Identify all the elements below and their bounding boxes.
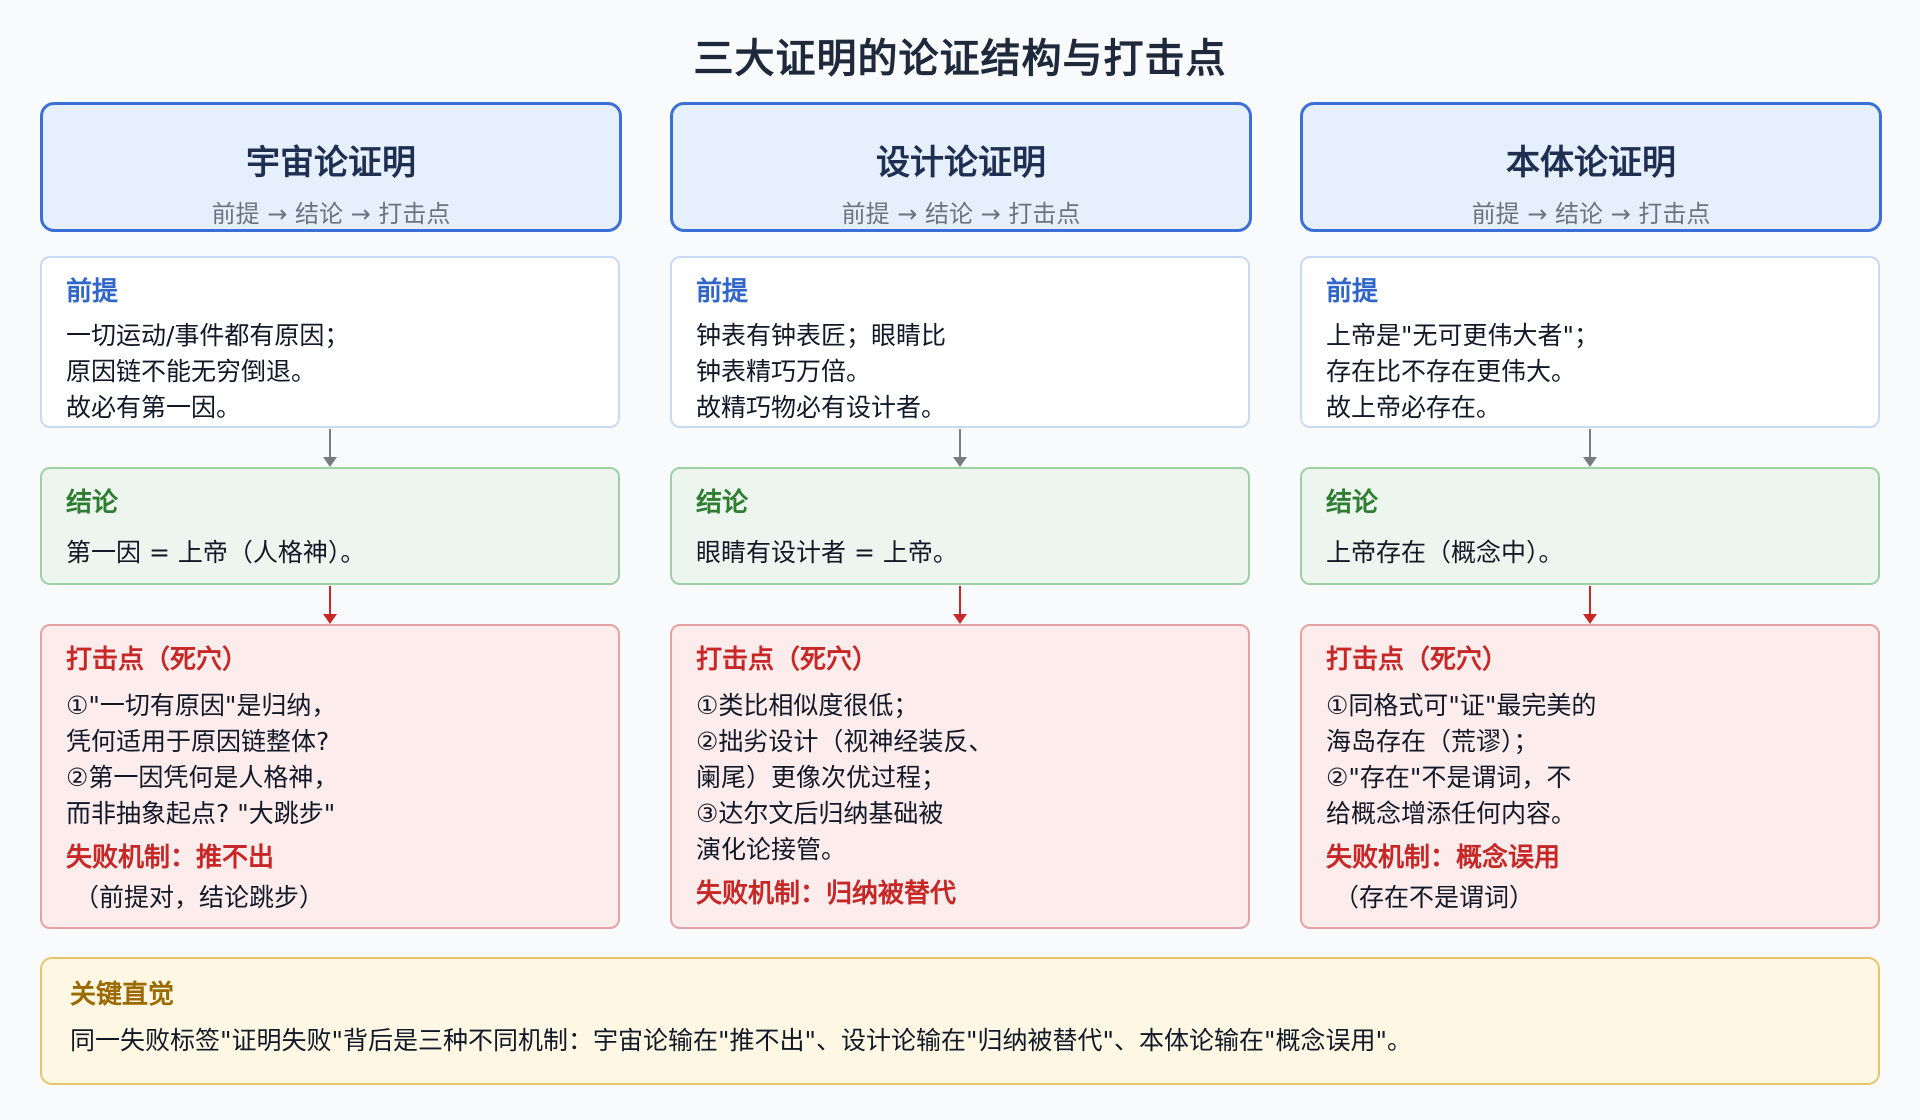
premise-text: 钟表有钟表匠；眼睛比 钟表精巧万倍。 故精巧物必有设计者。 [696,320,947,422]
conclusion-box: 结论 眼睛有设计者 = 上帝。 [670,467,1250,585]
arrow-down-red [953,586,967,624]
failure-mechanism: 失败机制：概念误用 [1326,842,1561,873]
failure-note: （前提对，结论跳步） [74,882,325,912]
premise-label: 前提 [1326,277,1379,307]
column-title: 设计论证明 [876,143,1046,183]
attack-box: 打击点（死穴） ①类比相似度很低； ②拙劣设计（视神经装反、 阑尾）更像次优过程… [670,624,1250,929]
column-title: 本体论证明 [1506,143,1676,183]
premise-text: 上帝是"无可更伟大者"； 存在比不存在更伟大。 故上帝必存在。 [1326,320,1599,422]
column-subtitle: 前提 → 结论 → 打击点 [1471,200,1711,228]
attack-label: 打击点（死穴） [1326,645,1509,675]
arrow-down [953,429,967,467]
attack-label: 打击点（死穴） [66,645,249,675]
attack-text: ①"一切有原因"是归纳， 凭何适用于原因链整体? ②第一因凭何是人格神， 而非抽… [66,690,339,828]
failure-mechanism: 失败机制：推不出 [66,842,275,873]
arrow-down-red [1583,586,1597,624]
insight-text: 同一失败标签"证明失败"背后是三种不同机制：宇宙论输在"推不出"、设计论输在"归… [70,1025,1412,1055]
column-subtitle: 前提 → 结论 → 打击点 [841,200,1081,228]
key-insight-box: 关键直觉 同一失败标签"证明失败"背后是三种不同机制：宇宙论输在"推不出"、设计… [40,957,1880,1085]
premise-label: 前提 [696,277,749,307]
insight-label: 关键直觉 [70,980,175,1010]
arrow-down [323,429,337,467]
conclusion-label: 结论 [66,488,119,518]
attack-box: 打击点（死穴） ①同格式可"证"最完美的 海岛存在（荒谬）； ②"存在"不是谓词… [1300,624,1880,929]
column-subtitle: 前提 → 结论 → 打击点 [211,200,451,228]
premise-box: 前提 钟表有钟表匠；眼睛比 钟表精巧万倍。 故精巧物必有设计者。 [670,256,1250,428]
conclusion-text: 眼睛有设计者 = 上帝。 [696,537,958,567]
column-header: 本体论证明 前提 → 结论 → 打击点 [1300,102,1882,232]
arrow-down [1583,429,1597,467]
column-header: 宇宙论证明 前提 → 结论 → 打击点 [40,102,622,232]
failure-mechanism: 失败机制：归纳被替代 [696,878,957,909]
premise-box: 前提 一切运动/事件都有原因； 原因链不能无穷倒退。 故必有第一因。 [40,256,620,428]
attack-label: 打击点（死穴） [696,645,879,675]
page-title: 三大证明的论证结构与打击点 [693,36,1227,82]
failure-note: （存在不是谓词） [1334,882,1535,912]
arrow-down-red [323,586,337,624]
conclusion-text: 第一因 = 上帝（人格神）。 [66,537,366,567]
conclusion-label: 结论 [1326,488,1379,518]
column-title: 宇宙论证明 [246,143,416,183]
attack-text: ①类比相似度很低； ②拙劣设计（视神经装反、 阑尾）更像次优过程； ③达尔文后归… [696,690,994,864]
attack-text: ①同格式可"证"最完美的 海岛存在（荒谬）； ②"存在"不是谓词，不 给概念增添… [1326,690,1597,828]
premise-label: 前提 [66,277,119,307]
conclusion-text: 上帝存在（概念中）。 [1326,537,1564,567]
conclusion-label: 结论 [696,488,749,518]
attack-box: 打击点（死穴） ①"一切有原因"是归纳， 凭何适用于原因链整体? ②第一因凭何是… [40,624,620,929]
column-header: 设计论证明 前提 → 结论 → 打击点 [670,102,1252,232]
premise-text: 一切运动/事件都有原因； 原因链不能无穷倒退。 故必有第一因。 [66,320,350,422]
conclusion-box: 结论 第一因 = 上帝（人格神）。 [40,467,620,585]
conclusion-box: 结论 上帝存在（概念中）。 [1300,467,1880,585]
premise-box: 前提 上帝是"无可更伟大者"； 存在比不存在更伟大。 故上帝必存在。 [1300,256,1880,428]
